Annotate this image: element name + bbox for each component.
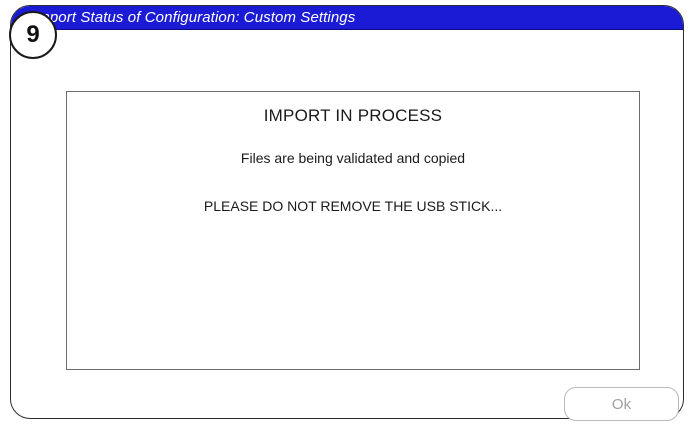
status-message: Files are being validated and copied [240,150,466,166]
dialog-title: Import Status of Configuration: Custom S… [33,9,356,26]
dialog-title-bar: Import Status of Configuration: Custom S… [11,6,683,30]
step-number-badge: 9 [9,11,57,59]
status-heading: IMPORT IN PROCESS [263,106,443,125]
message-panel: IMPORT IN PROCESS Files are being valida… [66,91,640,370]
warning-message: PLEASE DO NOT REMOVE THE USB STICK... [203,198,503,214]
ok-button[interactable]: Ok [564,387,679,421]
